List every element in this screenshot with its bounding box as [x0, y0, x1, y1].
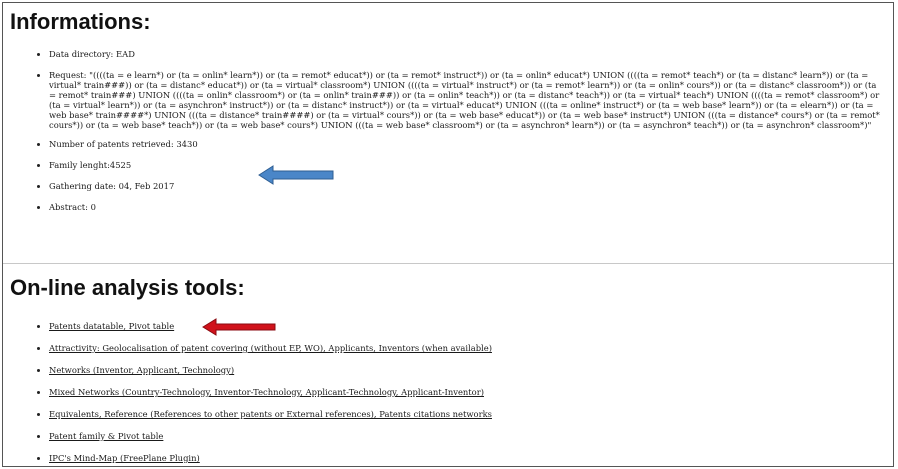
patents-retrieved-item: Number of patents retrieved: 3430 — [37, 139, 883, 149]
equivalents-link[interactable]: Equivalents, Reference (References to ot… — [49, 409, 492, 419]
family-length-item: Family lenght:4525 — [37, 160, 883, 170]
gathering-date-item: Gathering date: 04, Feb 2017 — [37, 181, 883, 191]
blue-arrow-icon — [258, 165, 334, 185]
attractivity-link[interactable]: Attractivity: Geolocalisation of patent … — [49, 343, 492, 353]
online-tools-heading: On-line analysis tools: — [10, 275, 245, 300]
data-directory-item: Data directory: EAD — [37, 49, 883, 59]
page-frame: Informations: Data directory: EAD Reques… — [2, 2, 894, 467]
tool-item-patent-family: Patent family & Pivot table — [37, 431, 883, 441]
tool-item-networks: Networks (Inventor, Applicant, Technolog… — [37, 365, 883, 375]
request-item: Request: "((((ta = e learn*) or (ta = on… — [37, 70, 883, 131]
abstract-item: Abstract: 0 — [37, 202, 883, 212]
informations-heading: Informations: — [10, 9, 151, 34]
tool-item-attractivity: Attractivity: Geolocalisation of patent … — [37, 343, 883, 353]
networks-link[interactable]: Networks (Inventor, Applicant, Technolog… — [49, 365, 234, 375]
online-tools-list: Patents datatable, Pivot table Attractiv… — [37, 321, 883, 466]
tool-item-ipc-mindmap: IPC's Mind-Map (FreePlane Plugin) — [37, 453, 883, 463]
red-arrow-icon — [202, 318, 276, 336]
patents-datatable-link[interactable]: Patents datatable, Pivot table — [49, 321, 174, 331]
tool-item-equivalents: Equivalents, Reference (References to ot… — [37, 409, 883, 419]
tool-item-mixed-networks: Mixed Networks (Country-Technology, Inve… — [37, 387, 883, 397]
mixed-networks-link[interactable]: Mixed Networks (Country-Technology, Inve… — [49, 387, 484, 397]
section-divider — [3, 263, 893, 264]
informations-list: Data directory: EAD Request: "((((ta = e… — [37, 49, 883, 223]
ipc-mindmap-link[interactable]: IPC's Mind-Map (FreePlane Plugin) — [49, 453, 200, 463]
tool-item-datatable: Patents datatable, Pivot table — [37, 321, 883, 331]
patent-family-link[interactable]: Patent family & Pivot table — [49, 431, 163, 441]
